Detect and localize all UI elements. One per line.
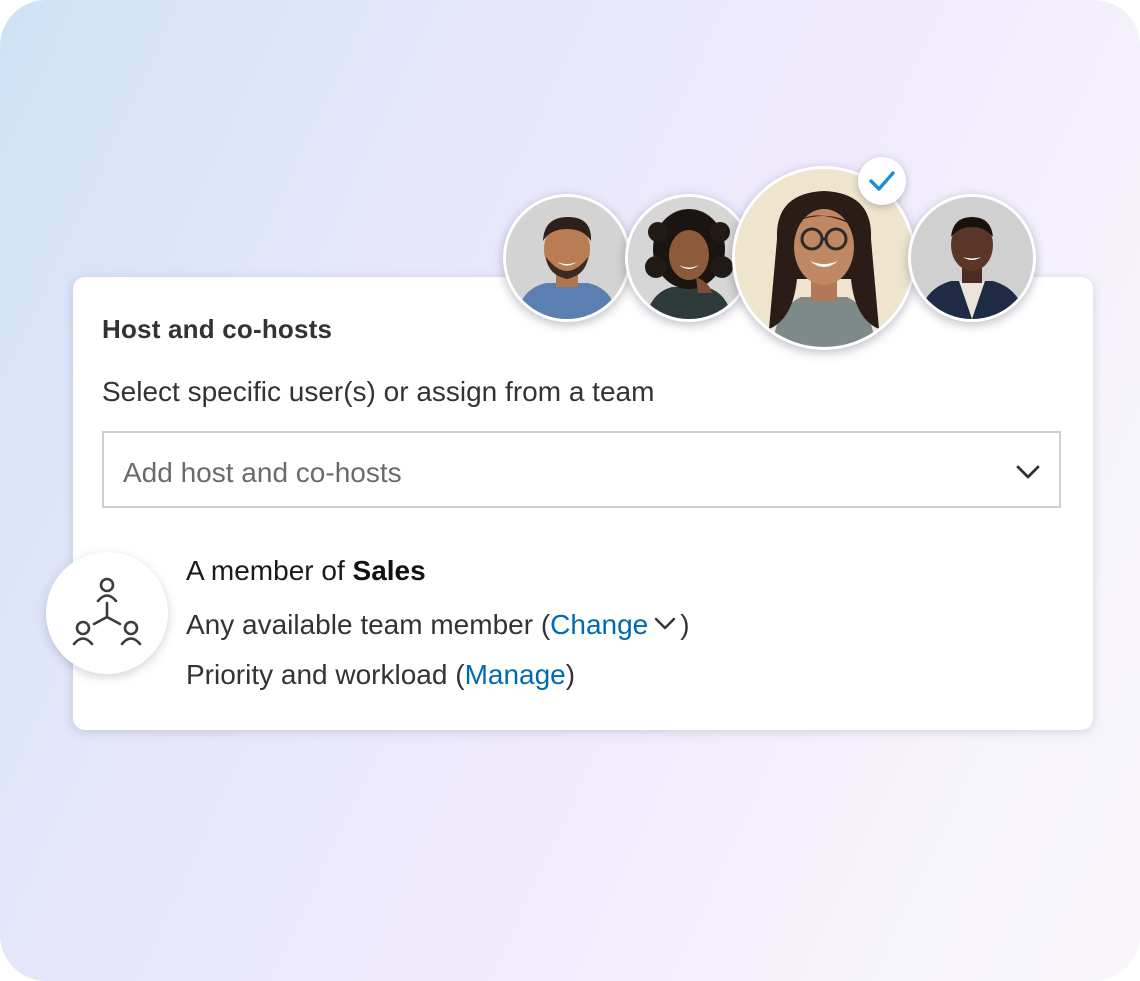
host-select-dropdown[interactable]: Add host and co-hosts — [102, 431, 1061, 508]
priority-line: Priority and workload (Manage) — [186, 659, 575, 691]
avatar-4[interactable] — [908, 194, 1036, 322]
chevron-down-icon — [1015, 459, 1041, 485]
panel-subtitle: Select specific user(s) or assign from a… — [102, 376, 655, 407]
host-cohost-panel: Host and co-hosts Select specific user(s… — [73, 277, 1093, 730]
panel-title: Host and co-hosts — [102, 314, 333, 344]
priority-prefix: Priority and workload ( — [186, 659, 465, 690]
change-assignment-link[interactable]: Change — [550, 609, 680, 640]
team-membership-prefix: A member of — [186, 555, 353, 586]
manage-priority-link[interactable]: Manage — [465, 659, 566, 690]
team-icon-badge — [46, 552, 168, 674]
assignment-suffix: ) — [680, 609, 690, 640]
checkmark-icon — [869, 171, 895, 191]
team-name: Sales — [352, 555, 426, 586]
chevron-down-icon — [654, 607, 676, 630]
avatar-1[interactable] — [503, 194, 631, 322]
change-link-label: Change — [550, 609, 649, 640]
background: Host and co-hosts Select specific user(s… — [0, 0, 1140, 981]
team-network-icon — [72, 577, 142, 646]
host-select-placeholder: Add host and co-hosts — [123, 457, 402, 488]
priority-suffix: ) — [565, 659, 576, 690]
assignment-prefix: Any available team member ( — [186, 609, 551, 640]
selected-check-badge — [858, 157, 906, 205]
team-membership-line: A member of Sales — [186, 555, 426, 587]
assignment-line: Any available team member (Change) — [186, 607, 690, 641]
